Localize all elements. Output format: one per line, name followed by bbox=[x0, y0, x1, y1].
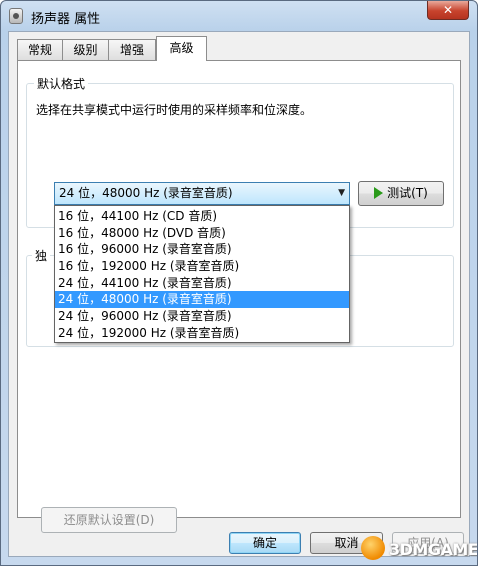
tab-enhancements[interactable]: 增强 bbox=[108, 39, 156, 60]
watermark-text: 3DMGAME bbox=[389, 540, 478, 559]
sample-format-select[interactable]: 24 位，48000 Hz (录音室音质) ▼ bbox=[54, 182, 350, 205]
close-button[interactable]: ✕ bbox=[427, 1, 469, 20]
chevron-down-icon: ▼ bbox=[338, 188, 345, 198]
sample-format-value: 24 位，48000 Hz (录音室音质) bbox=[59, 186, 233, 200]
dropdown-option[interactable]: 16 位，44100 Hz (CD 音质) bbox=[55, 208, 349, 225]
dropdown-option[interactable]: 24 位，192000 Hz (录音室音质) bbox=[55, 325, 349, 342]
watermark-logo: 3DMGAME bbox=[359, 534, 477, 564]
exclusive-mode-label: 独 bbox=[32, 247, 51, 264]
dropdown-option[interactable]: 24 位，44100 Hz (录音室音质) bbox=[55, 275, 349, 292]
default-format-description: 选择在共享模式中运行时使用的采样频率和位深度。 bbox=[36, 103, 313, 117]
dropdown-option[interactable]: 16 位，192000 Hz (录音室音质) bbox=[55, 258, 349, 275]
title-bar[interactable]: 扬声器 属性 ✕ bbox=[1, 1, 477, 31]
test-button-label: 测试(T) bbox=[387, 186, 428, 200]
play-icon bbox=[374, 186, 384, 199]
window-title: 扬声器 属性 bbox=[31, 12, 101, 27]
default-format-label: 默认格式 bbox=[34, 75, 89, 92]
dropdown-option-selected[interactable]: 24 位，48000 Hz (录音室音质) bbox=[55, 291, 349, 309]
ok-button[interactable]: 确定 bbox=[229, 532, 301, 554]
speaker-icon bbox=[9, 8, 23, 24]
dropdown-option[interactable]: 16 位，96000 Hz (录音室音质) bbox=[55, 241, 349, 258]
dropdown-option[interactable]: 16 位，48000 Hz (DVD 音质) bbox=[55, 225, 349, 242]
tab-advanced[interactable]: 高级 bbox=[156, 36, 207, 61]
restore-defaults-button[interactable]: 还原默认设置(D) bbox=[41, 507, 177, 533]
sample-format-dropdown: 16 位，44100 Hz (CD 音质) 16 位，48000 Hz (DVD… bbox=[54, 205, 350, 343]
tab-levels[interactable]: 级别 bbox=[62, 39, 109, 60]
dialog-client: 常规 级别 增强 高级 默认格式 选择在共享模式中运行时使用的采样频率和位深度。… bbox=[8, 31, 470, 557]
tab-general[interactable]: 常规 bbox=[17, 39, 63, 60]
dropdown-option[interactable]: 24 位，96000 Hz (录音室音质) bbox=[55, 308, 349, 325]
test-button[interactable]: 测试(T) bbox=[358, 181, 444, 206]
watermark-emblem-icon bbox=[361, 536, 385, 560]
advanced-panel: 默认格式 选择在共享模式中运行时使用的采样频率和位深度。 24 位，48000 … bbox=[17, 60, 461, 533]
properties-window: 扬声器 属性 ✕ 常规 级别 增强 高级 默认格式 选择在共享模式中运行时使用的… bbox=[0, 0, 478, 566]
